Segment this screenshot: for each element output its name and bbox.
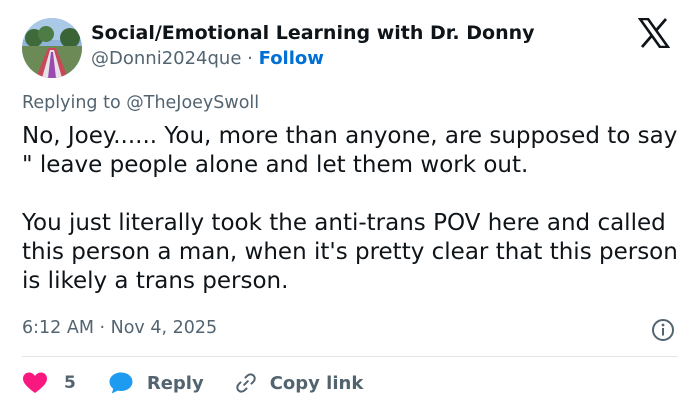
info-icon[interactable] bbox=[651, 318, 675, 342]
replying-to-prefix: Replying to bbox=[22, 93, 121, 113]
reply-label: Reply bbox=[146, 372, 204, 394]
post-text: No, Joey...... You, more than anyone, ar… bbox=[22, 123, 678, 294]
follow-button[interactable]: Follow bbox=[259, 48, 324, 69]
copy-link-label: Copy link bbox=[269, 372, 364, 394]
author-handle[interactable]: @Donni2024que bbox=[91, 48, 241, 69]
like-count: 5 bbox=[64, 373, 76, 393]
heart-icon bbox=[22, 371, 48, 395]
post-timestamp[interactable]: 6:12 AM · Nov 4, 2025 bbox=[22, 318, 217, 338]
author-name[interactable]: Social/Emotional Learning with Dr. Donny bbox=[91, 22, 535, 44]
divider bbox=[22, 356, 678, 357]
author-handle-row: @Donni2024que · Follow bbox=[91, 48, 324, 69]
speech-bubble-icon bbox=[108, 371, 134, 395]
replying-to-handle[interactable]: @TheJoeySwoll bbox=[126, 93, 259, 113]
like-button[interactable]: 5 bbox=[22, 371, 76, 395]
replying-to: Replying to @TheJoeySwoll bbox=[22, 93, 259, 113]
link-icon bbox=[234, 371, 258, 395]
avatar[interactable] bbox=[22, 18, 82, 78]
reply-button[interactable]: Reply bbox=[108, 371, 204, 395]
separator-dot: · bbox=[247, 48, 253, 69]
x-logo-icon[interactable] bbox=[637, 17, 671, 49]
copy-link-button[interactable]: Copy link bbox=[234, 371, 364, 395]
action-bar: 5 Reply Copy link bbox=[22, 370, 363, 396]
